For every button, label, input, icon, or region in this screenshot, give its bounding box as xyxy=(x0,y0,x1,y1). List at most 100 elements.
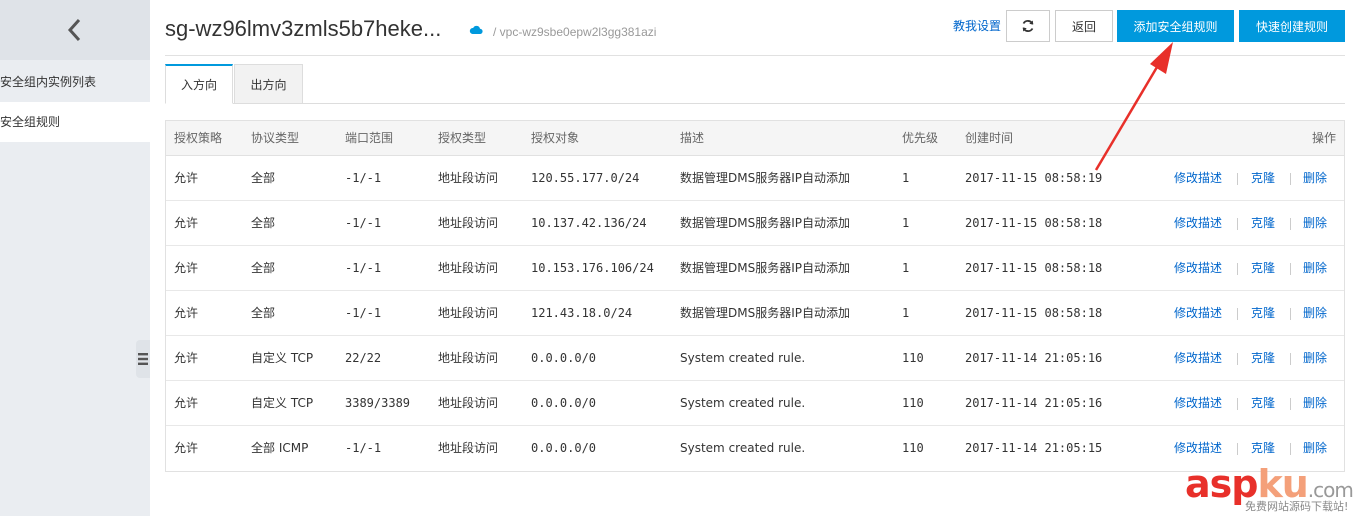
cell-auth-object: 0.0.0.0/0 xyxy=(531,441,597,455)
sidebar-item-label: 安全组规则 xyxy=(0,115,61,129)
cell-created-time: 2017-11-15 08:58:18 xyxy=(965,306,1103,320)
cell-description: System created rule. xyxy=(680,351,806,365)
tab-inbound[interactable]: 入方向 xyxy=(165,64,233,104)
cell-priority: 1 xyxy=(902,171,910,185)
chevron-left-icon xyxy=(67,18,81,42)
col-auth-object: 授权对象 xyxy=(531,131,580,145)
tab-label: 入方向 xyxy=(180,78,217,92)
col-description: 描述 xyxy=(680,131,705,145)
cell-policy: 允许 xyxy=(174,441,199,455)
edit-description-link[interactable]: 修改描述 xyxy=(1174,291,1222,336)
edit-description-link[interactable]: 修改描述 xyxy=(1174,201,1222,246)
cell-auth-type: 地址段访问 xyxy=(438,216,499,230)
cell-auth-type: 地址段访问 xyxy=(438,261,499,275)
clone-link[interactable]: 克隆 xyxy=(1251,201,1275,246)
action-separator xyxy=(1290,398,1291,410)
delete-link[interactable]: 删除 xyxy=(1303,291,1327,336)
action-separator xyxy=(1237,263,1238,275)
quick-create-rule-button[interactable]: 快速创建规则 xyxy=(1239,10,1345,42)
cell-port: -1/-1 xyxy=(345,441,382,455)
clone-link[interactable]: 克隆 xyxy=(1251,156,1275,201)
edit-description-link[interactable]: 修改描述 xyxy=(1174,381,1222,426)
delete-link[interactable]: 删除 xyxy=(1303,246,1327,291)
cell-protocol: 全部 xyxy=(251,306,276,320)
cell-policy: 允许 xyxy=(174,261,199,275)
cell-description: System created rule. xyxy=(680,441,806,455)
action-separator xyxy=(1237,353,1238,365)
table-body: 允许 全部 -1/-1 地址段访问 120.55.177.0/24 数据管理DMS服务器I… xyxy=(166,156,1344,471)
cell-policy: 允许 xyxy=(174,171,199,185)
clone-link[interactable]: 克隆 xyxy=(1251,336,1275,381)
cell-protocol: 全部 xyxy=(251,216,276,230)
table-row: 允许 全部 -1/-1 地址段访问 120.55.177.0/24 数据管理DMS服务器I… xyxy=(166,156,1344,201)
vpc-breadcrumb: / vpc-wz9sbe0epw2l3gg381azi xyxy=(493,25,657,39)
tab-label: 出方向 xyxy=(250,77,287,92)
cell-protocol: 自定义 TCP xyxy=(251,351,314,365)
watermark-logo: aspku.com 免费网站源码下载站! xyxy=(1185,462,1355,514)
cell-protocol: 全部 xyxy=(251,261,276,275)
tab-outbound[interactable]: 出方向 xyxy=(234,64,303,104)
cell-port: -1/-1 xyxy=(345,216,382,230)
page-title: sg-wz96lmv3zmls5b7heke... xyxy=(165,16,442,41)
back-button[interactable]: 返回 xyxy=(1055,10,1113,42)
cell-auth-type: 地址段访问 xyxy=(438,351,499,365)
cell-description: 数据管理DMS服务器IP自动添加 xyxy=(680,171,850,185)
cell-policy: 允许 xyxy=(174,396,199,410)
action-separator xyxy=(1290,218,1291,230)
cell-priority: 1 xyxy=(902,306,910,320)
clone-link[interactable]: 克隆 xyxy=(1251,246,1275,291)
action-separator xyxy=(1237,308,1238,320)
cell-auth-object: 10.153.176.106/24 xyxy=(531,261,654,275)
cell-description: 数据管理DMS服务器IP自动添加 xyxy=(680,216,850,230)
cell-auth-object: 0.0.0.0/0 xyxy=(531,396,597,410)
action-separator xyxy=(1290,353,1291,365)
cell-auth-type: 地址段访问 xyxy=(438,396,499,410)
cell-priority: 110 xyxy=(902,396,924,410)
refresh-button[interactable] xyxy=(1006,10,1050,42)
back-nav-button[interactable] xyxy=(0,0,150,60)
cell-policy: 允许 xyxy=(174,351,199,365)
col-auth-type: 授权类型 xyxy=(438,131,487,145)
edit-description-link[interactable]: 修改描述 xyxy=(1174,246,1222,291)
cell-auth-type: 地址段访问 xyxy=(438,441,499,455)
clone-link[interactable]: 克隆 xyxy=(1251,381,1275,426)
sidebar-collapse-handle[interactable] xyxy=(136,340,150,378)
edit-description-link[interactable]: 修改描述 xyxy=(1174,156,1222,201)
cell-auth-type: 地址段访问 xyxy=(438,306,499,320)
cell-auth-object: 121.43.18.0/24 xyxy=(531,306,633,320)
cell-policy: 允许 xyxy=(174,306,199,320)
cell-created-time: 2017-11-15 08:58:18 xyxy=(965,216,1103,230)
sidebar-item-instance-list[interactable]: 安全组内实例列表 xyxy=(0,62,150,102)
cell-priority: 1 xyxy=(902,216,910,230)
clone-link[interactable]: 克隆 xyxy=(1251,291,1275,336)
cell-auth-type: 地址段访问 xyxy=(438,171,499,185)
table-row: 允许 全部 -1/-1 地址段访问 10.153.176.106/24 数据管理DMS服务… xyxy=(166,246,1344,291)
sidebar: 安全组内实例列表 安全组规则 xyxy=(0,0,150,516)
cell-port: -1/-1 xyxy=(345,306,382,320)
menu-icon xyxy=(138,353,148,365)
action-separator xyxy=(1290,263,1291,275)
delete-link[interactable]: 删除 xyxy=(1303,201,1327,246)
action-separator xyxy=(1237,173,1238,185)
action-separator xyxy=(1237,443,1238,455)
direction-tabs: 入方向 出方向 xyxy=(165,64,1345,104)
cloud-icon xyxy=(469,25,483,34)
refresh-icon xyxy=(1022,20,1034,32)
delete-link[interactable]: 删除 xyxy=(1303,336,1327,381)
help-setup-link[interactable]: 教我设置 xyxy=(953,17,1001,34)
cell-priority: 110 xyxy=(902,441,924,455)
table-row: 允许 自定义 TCP 22/22 地址段访问 0.0.0.0/0 System creat… xyxy=(166,336,1344,381)
table-row: 允许 自定义 TCP 3389/3389 地址段访问 0.0.0.0/0 System c… xyxy=(166,381,1344,426)
action-separator xyxy=(1237,218,1238,230)
rules-table: 授权策略 协议类型 端口范围 授权类型 授权对象 描述 优先级 创建时间 操作 … xyxy=(165,120,1345,472)
delete-link[interactable]: 删除 xyxy=(1303,156,1327,201)
edit-description-link[interactable]: 修改描述 xyxy=(1174,336,1222,381)
header-divider xyxy=(165,55,1345,56)
add-rule-button[interactable]: 添加安全组规则 xyxy=(1117,10,1234,42)
action-separator xyxy=(1290,308,1291,320)
sidebar-item-rules[interactable]: 安全组规则 xyxy=(0,102,150,142)
cell-protocol: 自定义 TCP xyxy=(251,396,314,410)
table-row: 允许 全部 ICMP -1/-1 地址段访问 0.0.0.0/0 System creat… xyxy=(166,426,1344,471)
sidebar-item-label: 安全组内实例列表 xyxy=(0,75,97,89)
delete-link[interactable]: 删除 xyxy=(1303,381,1327,426)
